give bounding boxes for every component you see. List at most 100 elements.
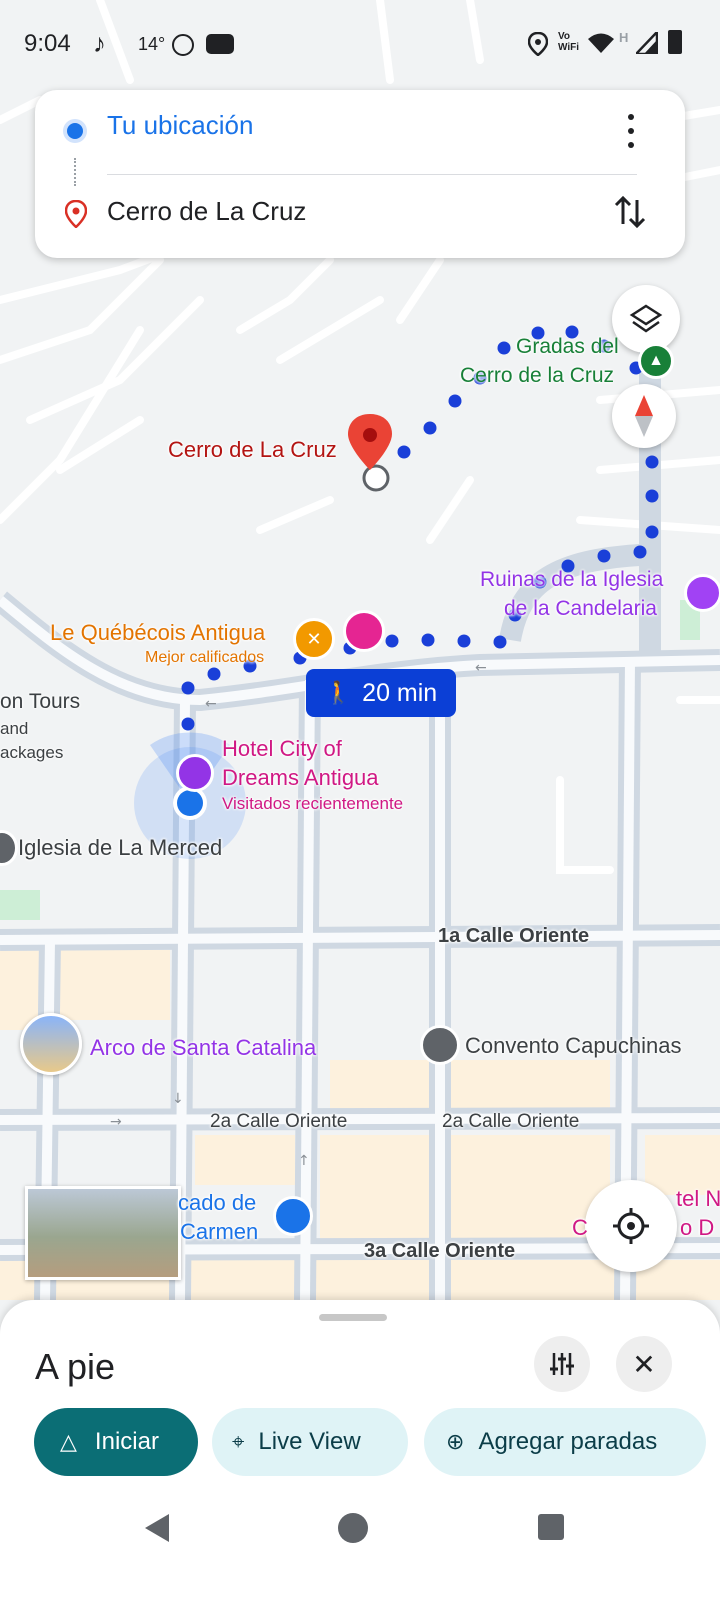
attraction-marker-icon[interactable] (684, 574, 720, 612)
mercado-label-line2: Carmen (180, 1219, 259, 1244)
street-1a-calle: 1a Calle Oriente (438, 925, 590, 947)
origin-field[interactable]: Tu ubicación (107, 110, 253, 141)
mercado-label-line1: cado de (178, 1190, 257, 1215)
route-dot (181, 681, 195, 695)
destination-map-pin[interactable] (344, 412, 396, 492)
svg-text:←: ← (475, 660, 487, 676)
recents-icon[interactable] (538, 1514, 564, 1540)
live-view-icon: ⌖ (232, 1429, 245, 1454)
route-dot (397, 445, 411, 459)
restaurant-marker-icon[interactable]: ✕ (293, 618, 335, 660)
start-label: Iniciar (94, 1428, 159, 1455)
crosshair-icon (613, 1208, 649, 1244)
route-time: 20 min (362, 678, 438, 707)
live-view-label: Live View (258, 1428, 361, 1455)
screen-record-icon (172, 34, 194, 56)
route-dot (457, 634, 471, 648)
street-2a-calle-left: 2a Calle Oriente (210, 1111, 348, 1132)
tiktok-icon: ♪ (93, 28, 106, 58)
back-icon[interactable] (143, 1512, 171, 1544)
route-dot (597, 549, 611, 563)
hotel-city-label-line2: Dreams Antigua (222, 765, 379, 790)
gradas-label-line2: Cerro de la Cruz (460, 364, 615, 387)
status-temperature: 14° (138, 34, 166, 54)
route-dot (448, 394, 462, 408)
status-time: 9:04 (24, 30, 71, 57)
right-edge-label-line3: o D (680, 1215, 715, 1240)
svg-text:←: ← (205, 696, 217, 712)
street-view-thumbnail[interactable] (25, 1186, 181, 1280)
park-marker-icon[interactable]: ▲ (638, 343, 674, 379)
route-dot (181, 717, 195, 731)
system-nav-bar (0, 1480, 720, 1600)
drag-handle[interactable] (319, 1314, 387, 1321)
route-dot (421, 633, 435, 647)
route-dot (645, 455, 659, 469)
right-edge-label-line1: tel N (676, 1186, 720, 1211)
tours-label-line1: on Tours (0, 690, 81, 713)
route-connector-dots (74, 158, 78, 186)
street-2a-calle-right: 2a Calle Oriente (442, 1111, 580, 1132)
directions-card: Tu ubicación Cerro de La Cruz (35, 90, 685, 258)
swap-icon[interactable] (613, 194, 647, 230)
museum-marker-icon[interactable] (420, 1025, 460, 1065)
ruinas-label-line1: Ruinas de la Iglesia (480, 568, 664, 591)
route-dot (633, 545, 647, 559)
quebecois-sublabel: Mejor calificados (145, 649, 265, 666)
route-time-badge[interactable]: 🚶 20 min (306, 669, 456, 717)
route-dot (385, 634, 399, 648)
start-button[interactable]: △ Iniciar (34, 1408, 198, 1476)
destination-pin-icon (65, 200, 87, 228)
live-view-button[interactable]: ⌖ Live View (212, 1408, 408, 1476)
svg-text:→: → (110, 1114, 122, 1130)
compass-button[interactable] (612, 384, 676, 448)
youtube-icon (206, 34, 234, 54)
my-location-button[interactable] (585, 1180, 677, 1272)
travel-mode-title: A pie (35, 1346, 116, 1387)
destination-field[interactable]: Cerro de La Cruz (107, 196, 306, 227)
add-stops-label: Agregar paradas (478, 1428, 658, 1455)
navigation-arrow-icon: △ (60, 1429, 77, 1454)
route-dot (423, 421, 437, 435)
vowifi-bottom: WiFi (558, 42, 580, 53)
street-3a-calle: 3a Calle Oriente (364, 1240, 516, 1262)
route-dot (497, 341, 511, 355)
home-icon[interactable] (338, 1513, 368, 1543)
route-options-button[interactable] (534, 1336, 590, 1392)
location-icon (528, 32, 548, 56)
compass-icon (635, 395, 653, 437)
hotel-city-marker-icon[interactable] (176, 754, 214, 792)
arco-photo-marker-icon[interactable] (20, 1013, 82, 1075)
destination-pin-label: Cerro de La Cruz (168, 437, 337, 462)
route-dot (645, 489, 659, 503)
gradas-label-line1: Gradas del (516, 335, 619, 358)
vowifi-top: Vo (558, 31, 571, 42)
close-icon: ✕ (632, 1348, 656, 1380)
svg-text:↑: ↑ (298, 1153, 310, 1169)
hotel-marker-icon[interactable] (343, 610, 385, 652)
layers-button[interactable] (612, 285, 680, 353)
add-stops-button[interactable]: ⊕ Agregar paradas (424, 1408, 706, 1476)
battery-icon (668, 30, 682, 54)
add-location-icon: ⊕ (446, 1429, 465, 1454)
close-button[interactable]: ✕ (616, 1336, 672, 1392)
convento-label: Convento Capuchinas (465, 1033, 682, 1058)
vowifi-icon: Vo WiFi (558, 31, 579, 53)
origin-dot-icon (67, 123, 83, 139)
more-options-icon[interactable] (623, 114, 639, 148)
shopping-marker-icon[interactable] (273, 1196, 313, 1236)
tours-label-line3: ackages (0, 743, 64, 762)
layers-icon (629, 304, 663, 333)
ruinas-label-line2: de la Candelaria (504, 597, 657, 620)
hotel-city-label-line1: Hotel City of (222, 736, 342, 761)
walking-icon: 🚶 (324, 680, 353, 705)
wifi-icon (588, 33, 614, 53)
route-dot (207, 667, 221, 681)
tours-label-line2: and (0, 719, 29, 738)
route-dot (645, 525, 659, 539)
right-edge-label-line2: C (572, 1215, 588, 1240)
signal-icon (636, 32, 658, 54)
arco-label: Arco de Santa Catalina (90, 1035, 317, 1060)
hotel-city-sublabel: Visitados recientemente (222, 794, 404, 813)
status-bar: 9:04 ♪ 14° Vo WiFi H (0, 0, 720, 88)
